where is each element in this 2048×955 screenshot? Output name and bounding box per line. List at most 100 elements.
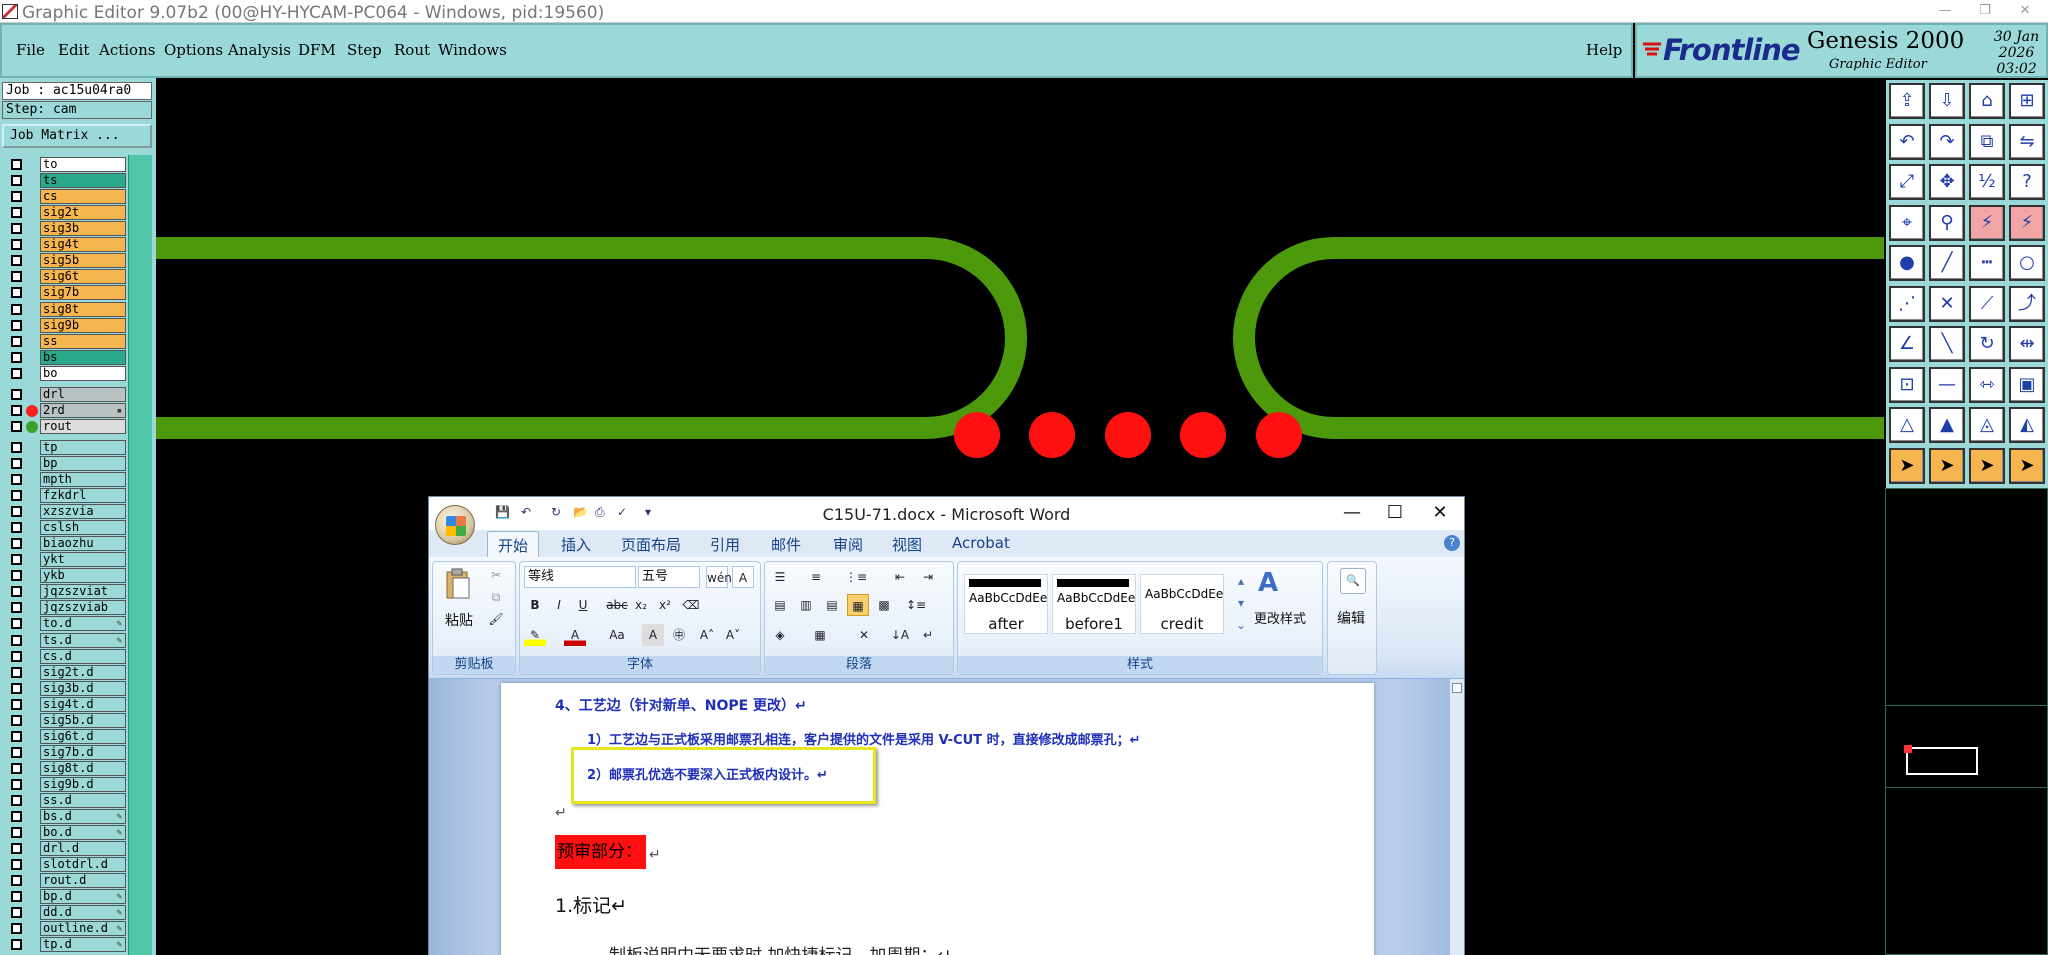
tab-insert[interactable]: 插入 (561, 534, 591, 555)
layer-checkbox[interactable] (11, 618, 22, 630)
superscript-icon[interactable]: x² (654, 594, 676, 616)
document-page[interactable]: 4、工艺边（针对新单、NOPE 更改）↵ 1）工艺边与正式板采用邮票孔相连，客户… (501, 683, 1374, 955)
menu-help[interactable]: Help (1586, 41, 1622, 59)
layer-checkbox[interactable] (11, 239, 22, 251)
overview-map[interactable] (1885, 488, 2048, 955)
layer-checkbox[interactable] (11, 843, 22, 855)
layer-name[interactable]: bp (40, 455, 126, 471)
angle-icon[interactable]: ∠ (1889, 326, 1925, 362)
layer-checkbox[interactable] (11, 650, 22, 662)
highlight-icon[interactable]: ✎ (524, 624, 546, 646)
line-icon[interactable]: ╱ (1929, 245, 1965, 281)
arc-link-icon[interactable]: ⤴ (2009, 285, 2045, 322)
layer-checkbox[interactable] (11, 457, 22, 469)
layer-row[interactable]: cslsh (2, 520, 126, 536)
layer-scrollbar[interactable] (128, 155, 152, 955)
layer-checkbox[interactable] (11, 714, 22, 726)
layer-checkbox[interactable] (11, 682, 22, 694)
layer-checkbox[interactable] (11, 287, 22, 299)
layer-checkbox[interactable] (11, 388, 22, 400)
copy-layer-icon[interactable]: ⧉ (1969, 123, 2005, 160)
layer-row[interactable]: sig6t (2, 269, 126, 285)
bold-icon[interactable]: B (524, 594, 546, 616)
styles-scroll-down-icon[interactable]: ▾ (1230, 592, 1252, 614)
layer-checkbox[interactable] (11, 939, 22, 951)
show-marks-icon[interactable]: ↵ (917, 624, 939, 646)
bullets-icon[interactable]: ☰ (769, 566, 791, 588)
layer-name[interactable]: dd.d ✎ (40, 905, 126, 921)
layer-row[interactable]: sig5b.d (2, 712, 126, 728)
layer-name[interactable]: sig7b.d (40, 744, 126, 760)
layer-checkbox[interactable] (11, 175, 22, 187)
layer-row[interactable]: tp.d ✎ (2, 937, 126, 953)
layer-checkbox[interactable] (11, 666, 22, 678)
dash-icon[interactable]: ┅ (1969, 245, 2005, 281)
layer-checkbox[interactable] (11, 506, 22, 518)
layer-name[interactable]: bo.d ✎ (40, 825, 126, 841)
rotate-icon[interactable]: ↻ (1969, 326, 2005, 362)
phonetic-guide-icon[interactable]: wén (706, 566, 732, 588)
layer-name[interactable]: sig9b (40, 317, 126, 333)
grow-font-icon[interactable]: A˄ (696, 624, 718, 646)
layer-row[interactable]: sig9b.d (2, 776, 126, 792)
layer-name[interactable]: sig2t.d (40, 664, 126, 680)
layer-row[interactable]: cs (2, 189, 126, 205)
decrease-indent-icon[interactable]: ⇤ (889, 566, 911, 588)
grid-icon[interactable]: ⊞ (2009, 83, 2045, 119)
layer-row[interactable]: sig9b (2, 317, 126, 333)
layer-name[interactable]: jqzszviat (40, 584, 126, 600)
layer-name[interactable]: cslsh (40, 520, 126, 536)
layer-row[interactable]: to.d ✎ (2, 616, 126, 632)
menu-step[interactable]: Step (347, 41, 382, 59)
menu-analysis[interactable]: Analysis (228, 41, 291, 59)
minimap-viewport[interactable] (1906, 747, 1978, 775)
layer-name[interactable]: ss (40, 333, 126, 349)
layer-checkbox[interactable] (11, 191, 22, 203)
layer-row[interactable]: outline.d ✎ (2, 921, 126, 937)
layer-checkbox[interactable] (11, 907, 22, 919)
layer-row[interactable]: drl (2, 386, 126, 402)
layer-name[interactable]: cs.d (40, 648, 126, 664)
view-ruler-icon[interactable] (1452, 683, 1462, 693)
font-size-select[interactable]: 五号 (638, 566, 700, 588)
layer-row[interactable]: bp (2, 455, 126, 471)
style-credit[interactable]: AaBbCcDdEe credit (1140, 574, 1224, 634)
layer-row[interactable]: slotdrl.d (2, 857, 126, 873)
layer-checkbox[interactable] (11, 255, 22, 267)
numbering-icon[interactable]: ≡ (805, 566, 827, 588)
layer-checkbox[interactable] (11, 811, 22, 822)
layer-row[interactable]: sig3b (2, 221, 126, 237)
layer-name[interactable]: 2rd ▪ (40, 402, 126, 418)
ratio-icon[interactable]: ½ (1969, 164, 2005, 200)
layer-checkbox[interactable] (11, 586, 22, 598)
flip-icon[interactable]: ⇋ (2009, 123, 2045, 160)
change-styles-icon[interactable]: A (1258, 568, 1278, 598)
distributed-icon[interactable]: ▩ (873, 594, 895, 616)
layer-checkbox[interactable] (11, 441, 22, 453)
shading-icon[interactable]: ◈ (769, 624, 791, 646)
chinese-layout-icon[interactable]: ✕ (853, 624, 875, 646)
layer-row[interactable]: jqzszviat (2, 584, 126, 600)
menu-dfm[interactable]: DFM (298, 41, 336, 59)
word-vertical-scrollbar[interactable] (1449, 679, 1464, 955)
layer-name[interactable]: sig6t (40, 269, 126, 285)
paste-icon[interactable] (445, 568, 471, 600)
layer-name[interactable]: sig7b (40, 285, 126, 301)
layer-row[interactable]: rout (2, 418, 126, 434)
layer-name[interactable]: drl (40, 386, 126, 402)
layer-checkbox[interactable] (11, 223, 22, 235)
redo-icon[interactable]: ↷ (1929, 123, 1965, 160)
tab-home[interactable]: 开始 (487, 531, 540, 557)
subscript-icon[interactable]: x₂ (630, 594, 652, 616)
layer-name[interactable]: tp.d ✎ (40, 937, 126, 953)
save-step-icon[interactable]: ⇩ (1929, 83, 1965, 119)
layer-checkbox[interactable] (11, 827, 22, 839)
minus-icon[interactable]: — (1929, 366, 1965, 403)
paste-label[interactable]: 粘贴 (445, 610, 473, 630)
styles-more-icon[interactable]: ⌄ (1230, 614, 1252, 636)
help-icon[interactable]: ? (2009, 164, 2045, 200)
layer-checkbox[interactable] (11, 538, 22, 550)
probe-icon[interactable]: ⚲ (1929, 204, 1965, 241)
layer-name[interactable]: tp (40, 439, 126, 455)
layer-row[interactable]: sig4t.d (2, 696, 126, 712)
